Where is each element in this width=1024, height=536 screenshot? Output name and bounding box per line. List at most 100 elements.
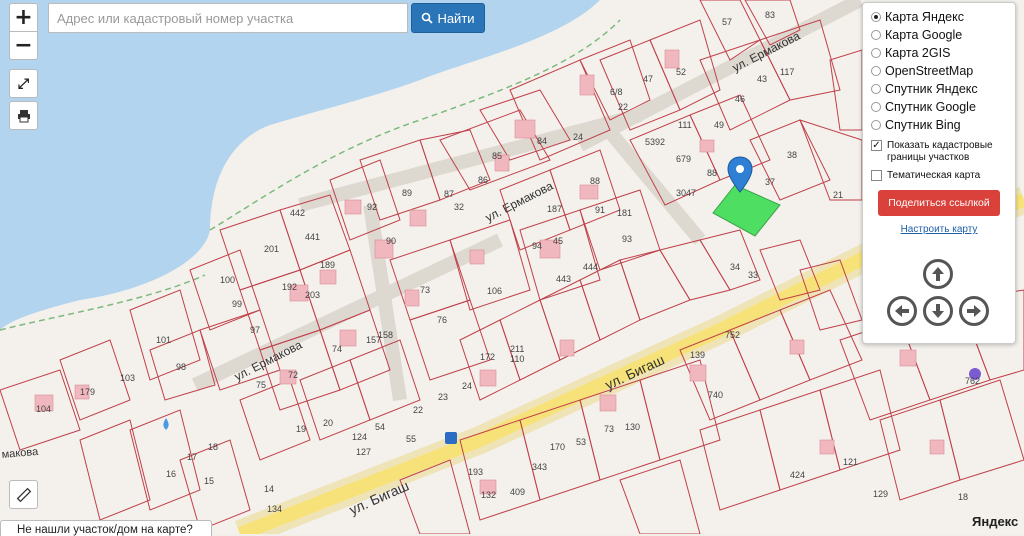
parcel-number: 201	[264, 244, 279, 254]
parcel-number: 20	[323, 418, 333, 428]
parcel-number: 104	[36, 404, 51, 414]
parcel-number: 23	[438, 392, 448, 402]
radio-button[interactable]	[871, 66, 881, 76]
layer-label: Карта Google	[885, 28, 963, 42]
parcel-number: 211	[510, 344, 524, 354]
layer-option[interactable]: Карта 2GIS	[871, 44, 1007, 62]
bus-stop-icon	[445, 432, 457, 444]
layer-option[interactable]: OpenStreetMap	[871, 62, 1007, 80]
parcel-number: 57	[722, 17, 732, 27]
parcel-number: 85	[492, 151, 502, 161]
layer-option[interactable]: Спутник Яндекс	[871, 80, 1007, 98]
parcel-number: 203	[305, 290, 320, 300]
parcel-number: 3047	[676, 188, 696, 198]
radio-button[interactable]	[871, 120, 881, 130]
parcel-number: 83	[765, 10, 775, 20]
parcel-number: 443	[556, 274, 571, 284]
parcel-number: 32	[454, 202, 464, 212]
pan-left-button[interactable]	[887, 296, 917, 326]
arrow-left-icon	[895, 305, 909, 317]
search-icon	[422, 12, 434, 24]
parcel-number: 49	[714, 120, 724, 130]
layer-label: Карта 2GIS	[885, 46, 951, 60]
parcel-number: 170	[550, 442, 565, 452]
layer-label: Спутник Bing	[885, 118, 961, 132]
parcel-number: 99	[232, 299, 242, 309]
parcel-number: 52	[676, 67, 686, 77]
parcel-number: 74	[332, 344, 342, 354]
parcel-number: 34	[730, 262, 740, 272]
share-link-button[interactable]: Поделиться ссылкой	[878, 190, 1000, 216]
zoom-out-button[interactable]: −	[9, 31, 38, 60]
search-input[interactable]	[48, 3, 408, 33]
parcel-number: 73	[420, 285, 430, 295]
parcel-number: 130	[625, 422, 640, 432]
layer-option[interactable]: Спутник Bing	[871, 116, 1007, 134]
parcel-number: 752	[725, 330, 740, 340]
parcel-number: 22	[618, 102, 628, 112]
radio-button[interactable]	[871, 30, 881, 40]
radio-button[interactable]	[871, 84, 881, 94]
parcel-number: 172	[480, 352, 495, 362]
cadastral-option[interactable]: ✓ Показать кадастровые границы участков	[871, 140, 1007, 164]
parcel-number: 55	[406, 434, 416, 444]
parcel-number: 409	[510, 487, 525, 497]
parcel-number: 14	[264, 484, 274, 494]
parcel-number: 444	[583, 262, 598, 272]
cadastral-label: Показать кадастровые границы участков	[887, 140, 993, 163]
pan-up-button[interactable]	[923, 259, 953, 289]
radio-button[interactable]	[871, 48, 881, 58]
layer-option[interactable]: Спутник Google	[871, 98, 1007, 116]
parcel-number: 192	[282, 282, 297, 292]
parcel-number: 93	[622, 234, 632, 244]
parcel-number: 124	[352, 432, 367, 442]
layer-label: Спутник Google	[885, 100, 976, 114]
pan-down-button[interactable]	[923, 296, 953, 326]
arrow-right-icon	[967, 305, 981, 317]
parcel-number: 24	[573, 132, 583, 142]
parcel-number: 110	[510, 354, 524, 364]
parcel-number: 92	[367, 202, 377, 212]
print-button[interactable]	[9, 101, 38, 130]
zoom-in-button[interactable]: +	[9, 3, 38, 32]
layer-option[interactable]: Карта Google	[871, 26, 1007, 44]
layer-label: OpenStreetMap	[885, 64, 974, 78]
configure-map-link[interactable]: Настроить карту	[871, 224, 1007, 235]
parcel-number: 98	[176, 362, 186, 372]
parcel-number: 157	[366, 335, 381, 345]
ruler-button[interactable]	[9, 480, 38, 509]
layer-label: Спутник Яндекс	[885, 82, 978, 96]
ruler-icon	[16, 487, 31, 502]
parcel-number: 73	[604, 424, 614, 434]
radio-button[interactable]	[871, 12, 881, 22]
parcel-number: 46	[735, 94, 745, 104]
parcel-number: 441	[305, 232, 320, 242]
search-button-label: Найти	[437, 10, 475, 26]
layers-panel: Карта Яндекс Карта Google Карта 2GIS OpenSt…	[862, 2, 1016, 344]
parcel-number: 442	[290, 208, 305, 218]
parcel-number: 103	[120, 373, 135, 383]
thematic-label: Тематическая карта	[887, 170, 981, 181]
expand-icon: ⤢	[17, 75, 30, 92]
radio-button[interactable]	[871, 102, 881, 112]
layer-option[interactable]: Карта Яндекс	[871, 8, 1007, 26]
parcel-number: 21	[833, 190, 843, 200]
parcel-number: 75	[256, 380, 266, 390]
cadastral-checkbox[interactable]: ✓	[871, 140, 882, 151]
parcel-number: 16	[166, 469, 176, 479]
parcel-number: 88	[590, 176, 600, 186]
parcel-number: 87	[444, 189, 454, 199]
parcel-number: 762	[965, 376, 980, 386]
pan-right-button[interactable]	[959, 296, 989, 326]
parcel-number: 91	[595, 205, 605, 215]
thematic-option[interactable]: Тематическая карта	[871, 170, 1007, 182]
fullscreen-button[interactable]: ⤢	[9, 69, 38, 98]
parcel-number: 18	[208, 442, 218, 452]
search-button[interactable]: Найти	[411, 3, 485, 33]
thematic-checkbox[interactable]	[871, 170, 882, 181]
parcel-number: 100	[220, 275, 235, 285]
parcel-number: 111	[678, 120, 692, 130]
parcel-number: 15	[204, 476, 214, 486]
parcel-number: 24	[462, 381, 472, 391]
parcel-number: 121	[843, 457, 858, 467]
